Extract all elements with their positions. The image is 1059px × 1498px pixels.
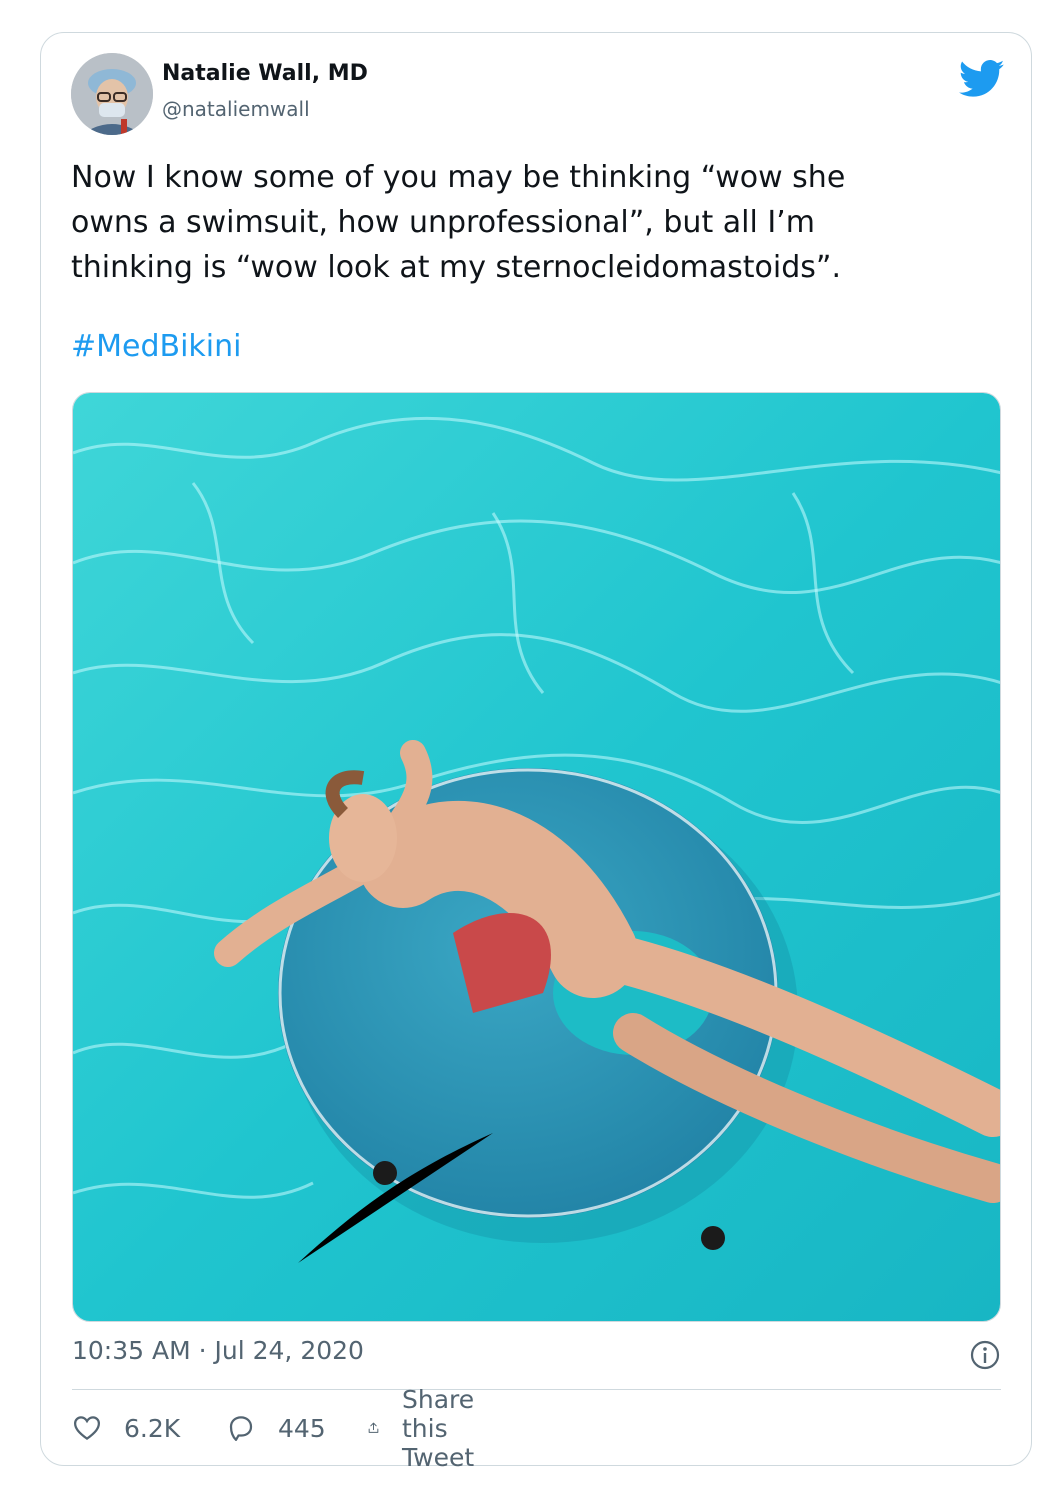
reply-count: 445 <box>278 1413 326 1443</box>
share-label: Share this Tweet <box>402 1384 475 1472</box>
reply-icon <box>229 1416 253 1441</box>
avatar-photo <box>71 53 153 135</box>
twitter-bird-icon[interactable] <box>959 59 1005 99</box>
share-button[interactable]: Share this Tweet <box>367 1385 491 1472</box>
like-button[interactable]: 6.2K <box>72 1408 180 1448</box>
tweet-text: Now I know some of you may be thinking “… <box>71 160 846 285</box>
info-icon[interactable] <box>969 1339 1001 1371</box>
heart-icon <box>73 1416 101 1441</box>
tweet-card[interactable]: Natalie Wall, MD @nataliemwall Now I kno… <box>40 32 1032 1472</box>
reply-button[interactable]: 445 <box>226 1408 326 1448</box>
share-icon <box>368 1422 379 1433</box>
pool-photo <box>73 393 1000 1321</box>
author-avatar[interactable] <box>71 53 153 135</box>
like-count: 6.2K <box>124 1413 181 1443</box>
tweet-timestamp[interactable]: 10:35 AM · Jul 24, 2020 <box>72 1336 364 1365</box>
author-handle[interactable]: @nataliemwall <box>162 97 310 121</box>
hashtag-link[interactable]: #MedBikini <box>71 329 242 364</box>
divider <box>72 1389 1001 1390</box>
tweet-photo[interactable] <box>72 392 1001 1322</box>
author-name[interactable]: Natalie Wall, MD <box>162 61 368 86</box>
